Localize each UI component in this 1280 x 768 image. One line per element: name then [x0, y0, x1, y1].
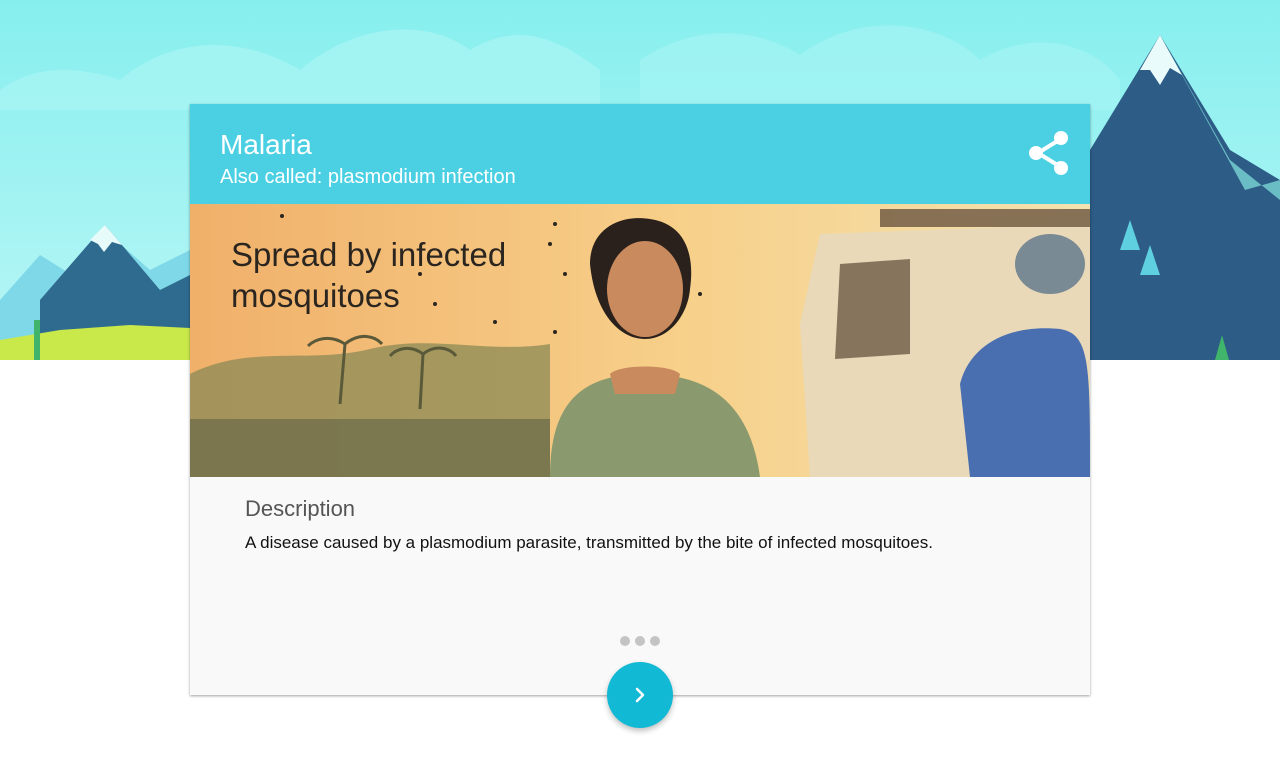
description-text: A disease caused by a plasmodium parasit…	[245, 533, 933, 552]
chevron-right-icon	[635, 687, 645, 703]
page-dot[interactable]	[620, 636, 630, 646]
condition-card: Malaria Also called: plasmodium infectio…	[190, 104, 1090, 695]
image-caption: Spread by infected mosquitoes	[231, 236, 507, 314]
next-button[interactable]	[607, 662, 673, 728]
card-title: Malaria	[220, 129, 312, 160]
condition-illustration: Spread by infected mosquitoes	[190, 204, 1090, 477]
card-subtitle: Also called: plasmodium infection	[220, 166, 516, 188]
share-button[interactable]	[1026, 130, 1072, 176]
page-indicator	[620, 636, 660, 646]
page-dot[interactable]	[650, 636, 660, 646]
page-dot[interactable]	[635, 636, 645, 646]
description-heading: Description	[245, 496, 356, 521]
card-header: Malaria Also called: plasmodium infectio…	[190, 104, 1090, 204]
share-icon	[1029, 131, 1068, 175]
